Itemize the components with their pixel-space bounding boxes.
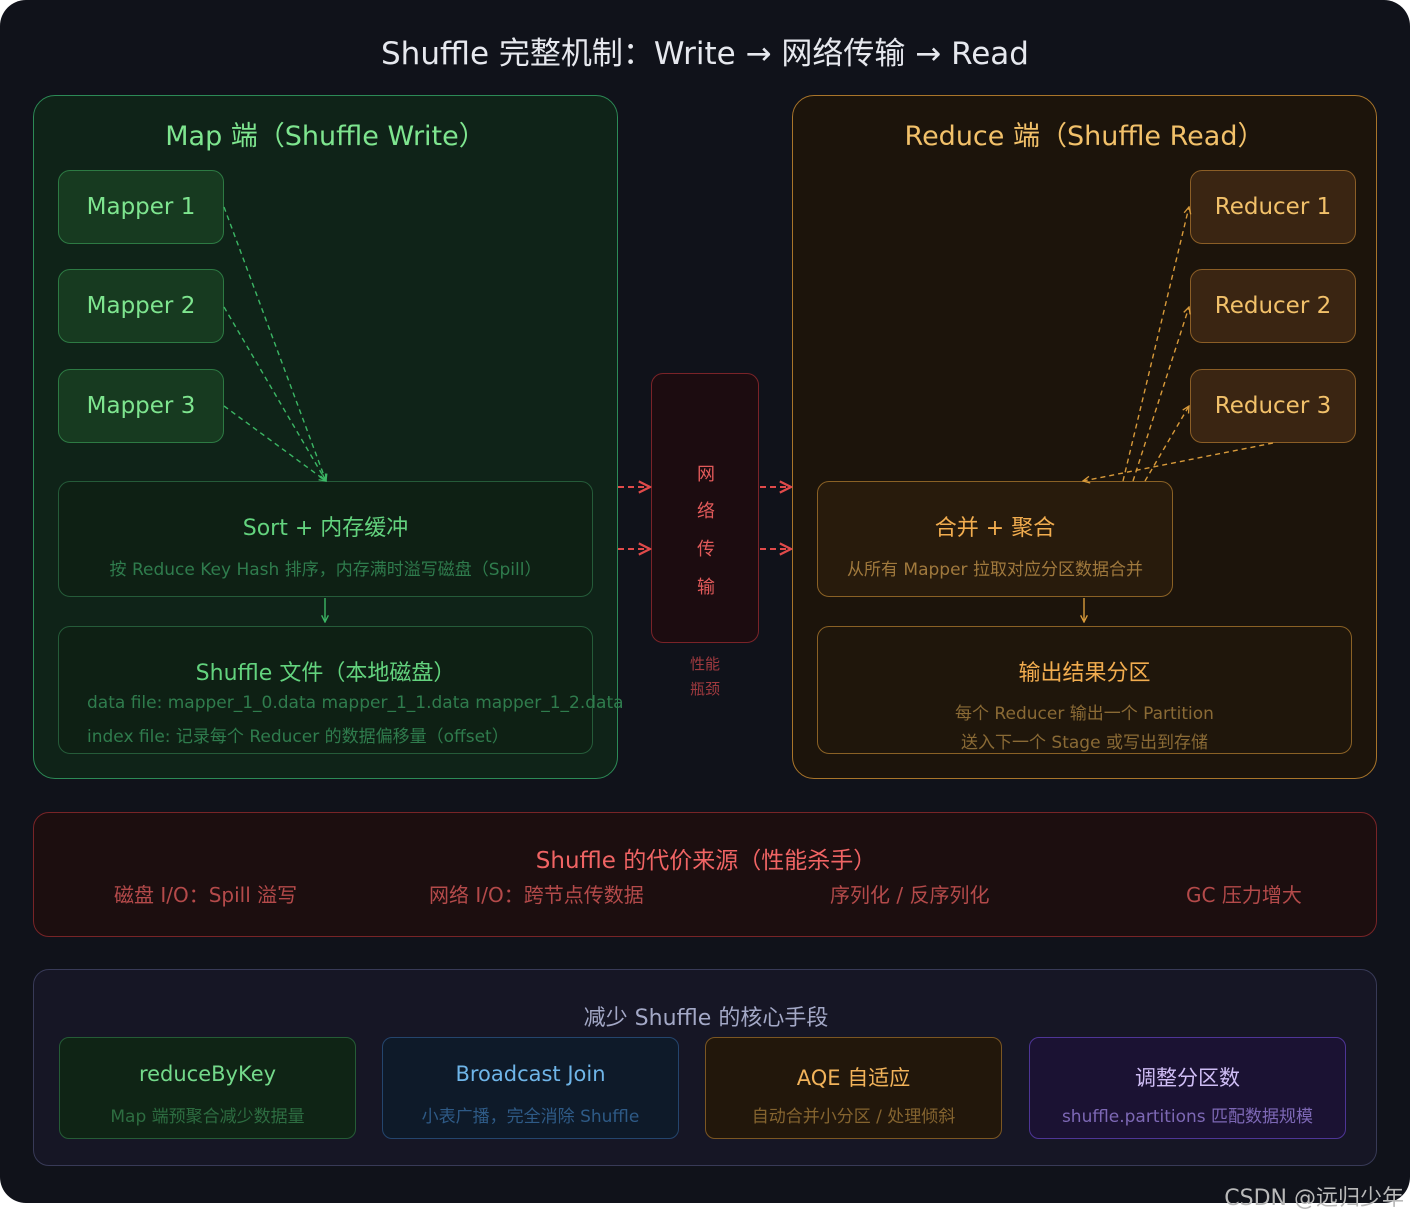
arrow-mapper2-to-sort: [223, 306, 326, 481]
diagram-canvas: Shuffle 完整机制：Write → 网络传输 → Read Map 端（S…: [0, 0, 1410, 1203]
arrow-mapper3-to-sort: [223, 405, 326, 481]
arrow-merge-to-reducer3: [1144, 406, 1189, 482]
arrow-merge-to-reducer1: [1122, 207, 1189, 482]
arrow-mapper1-to-sort: [223, 206, 326, 481]
csdn-watermark: CSDN @远归少年: [1224, 1186, 1404, 1211]
flow-arrows: [223, 0, 1274, 1203]
arrow-reducer-to-merge: [1083, 442, 1274, 481]
